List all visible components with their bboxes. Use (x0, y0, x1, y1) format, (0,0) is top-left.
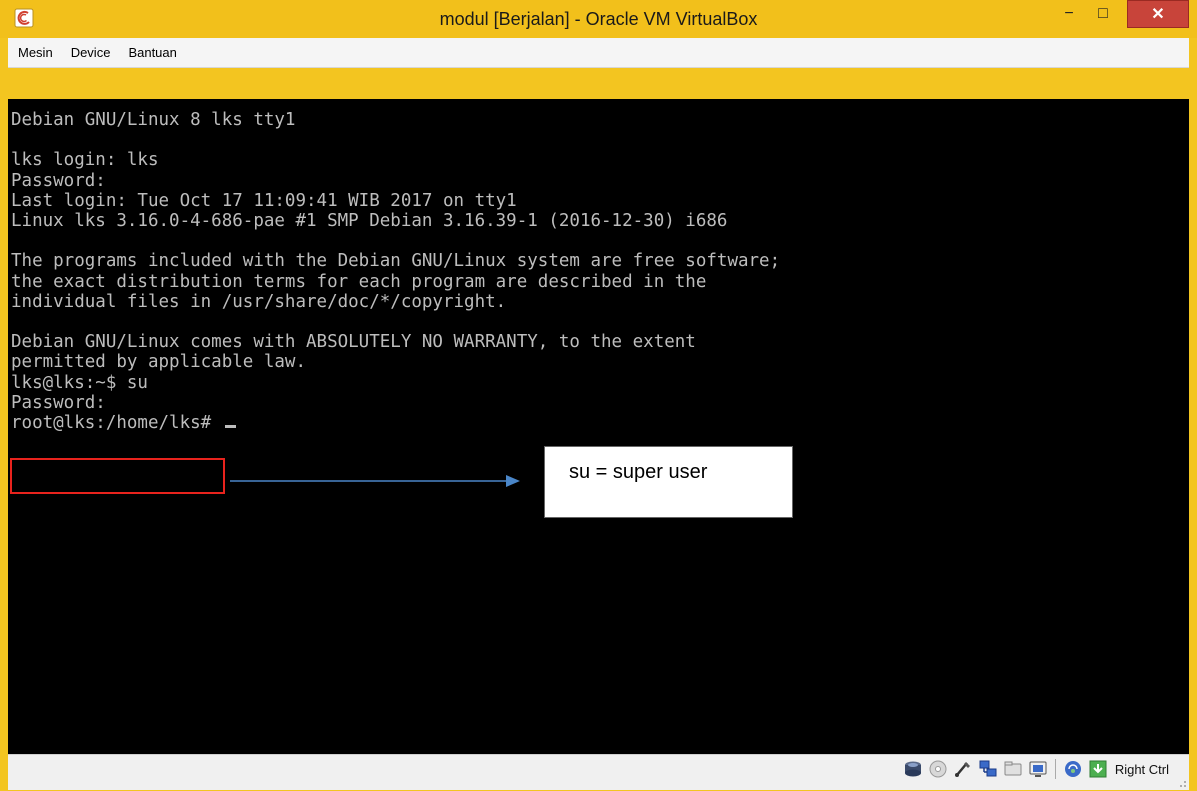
terminal-line: Password: (11, 170, 106, 191)
usb-icon[interactable] (953, 759, 973, 779)
callout-text: su = super user (569, 461, 708, 483)
terminal-line: lks@lks:~$ su (11, 372, 148, 393)
terminal-line: Debian GNU/Linux comes with ABSOLUTELY N… (11, 332, 696, 353)
terminal-line: Debian GNU/Linux 8 lks tty1 (11, 110, 296, 130)
host-key-label: Right Ctrl (1114, 761, 1169, 777)
close-button[interactable]: ✕ (1127, 0, 1189, 28)
terminal-prompt: root@lks:/home/lks# (11, 413, 222, 434)
hard-disk-icon[interactable] (903, 759, 923, 779)
terminal-line: permitted by applicable law. (11, 352, 307, 373)
terminal-line: individual files in /usr/share/doc/*/cop… (11, 291, 507, 312)
menu-bar: Mesin Device Bantuan (8, 38, 1189, 68)
display-icon[interactable] (1028, 759, 1048, 779)
status-bar: Right Ctrl (8, 754, 1189, 790)
network-icon[interactable] (978, 759, 998, 779)
status-separator (1054, 759, 1056, 779)
terminal-line: Linux lks 3.16.0-4-686-pae #1 SMP Debian… (11, 211, 728, 232)
shared-folders-icon[interactable] (1003, 759, 1023, 779)
terminal-line: The programs included with the Debian GN… (11, 251, 781, 272)
su-command-highlight (10, 458, 225, 494)
resize-grip-icon[interactable] (1177, 778, 1187, 788)
menu-item-device[interactable]: Device (63, 45, 119, 60)
window-title: modul [Berjalan] - Oracle VM VirtualBox (439, 9, 758, 29)
minimize-button[interactable]: − (1055, 0, 1083, 28)
menu-item-mesin[interactable]: Mesin (10, 45, 61, 60)
terminal-line: lks login: lks (11, 150, 159, 171)
maximize-button[interactable]: □ (1083, 0, 1123, 28)
terminal-line: Password: (11, 392, 106, 413)
terminal-output[interactable]: Debian GNU/Linux 8 lks tty1 lks login: l… (11, 110, 1181, 433)
annotation-callout: su = super user (544, 446, 793, 518)
terminal-cursor (224, 425, 236, 429)
terminal-line: the exact distribution terms for each pr… (11, 271, 707, 292)
menu-item-bantuan[interactable]: Bantuan (120, 45, 184, 60)
title-bar[interactable]: modul [Berjalan] - Oracle VM VirtualBox … (0, 0, 1197, 38)
virtualbox-window: modul [Berjalan] - Oracle VM VirtualBox … (0, 0, 1197, 791)
annotation-arrow-icon (230, 475, 520, 487)
keyboard-capture-icon[interactable] (1088, 759, 1108, 779)
mouse-integration-icon[interactable] (1063, 759, 1083, 779)
terminal-line: Last login: Tue Oct 17 11:09:41 WIB 2017… (11, 190, 517, 211)
optical-drive-icon[interactable] (928, 759, 948, 779)
